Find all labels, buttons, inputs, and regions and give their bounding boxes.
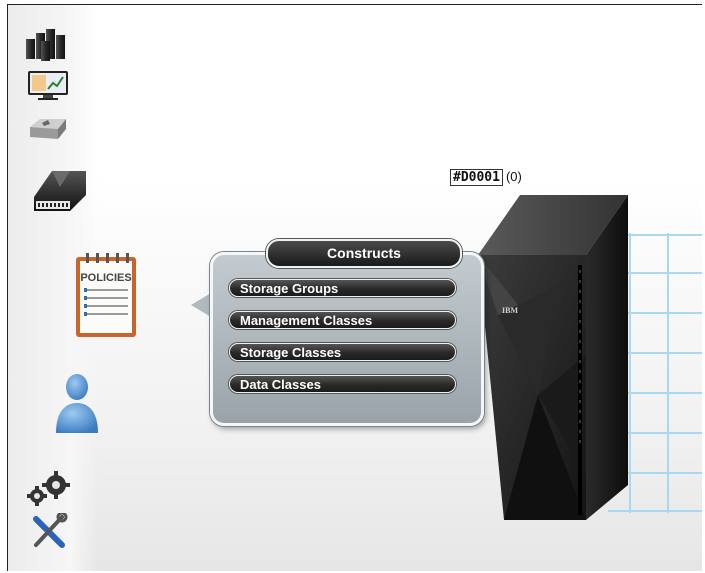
menu-item-storage-groups[interactable]: Storage Groups (229, 279, 456, 297)
main-canvas: POLICIES IBM #D0001 (0) Constructs Stora… (7, 4, 702, 571)
sidebar: POLICIES (8, 5, 136, 571)
tape-library-icon[interactable] (30, 165, 90, 215)
gears-icon[interactable] (26, 471, 72, 507)
menu-item-management-classes[interactable]: Management Classes (229, 311, 456, 329)
menu-item-data-classes[interactable]: Data Classes (229, 375, 456, 393)
popup-pointer (191, 293, 211, 317)
tools-icon[interactable] (30, 513, 68, 551)
device-count: (0) (505, 169, 522, 184)
constructs-popup-title: Constructs (266, 239, 462, 268)
device-label[interactable]: #D0001 (0) (450, 169, 522, 186)
user-icon[interactable] (52, 369, 102, 437)
policies-label: POLICIES (80, 272, 131, 284)
monitor-dashboard-icon[interactable] (26, 69, 70, 101)
mainframe-server[interactable]: IBM (478, 195, 638, 525)
servers-icon[interactable] (24, 27, 68, 63)
device-id[interactable]: #D0001 (450, 169, 503, 186)
server-brand-logo: IBM (502, 306, 518, 315)
policies-clipboard-icon[interactable]: POLICIES (70, 251, 142, 341)
menu-item-storage-classes[interactable]: Storage Classes (229, 343, 456, 361)
disk-drive-icon[interactable] (28, 117, 68, 141)
